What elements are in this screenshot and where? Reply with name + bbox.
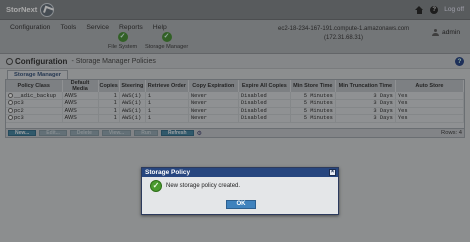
ok-button[interactable]: OK	[226, 200, 256, 209]
dialog-title: Storage Policy	[145, 169, 191, 176]
dialog-title-bar: Storage Policy ×	[142, 168, 338, 177]
close-icon[interactable]: ×	[329, 169, 336, 176]
dialog-message: New storage policy created.	[166, 183, 241, 189]
storage-policy-dialog: Storage Policy × ✓ New storage policy cr…	[141, 167, 339, 215]
success-check-icon: ✓	[150, 180, 162, 192]
